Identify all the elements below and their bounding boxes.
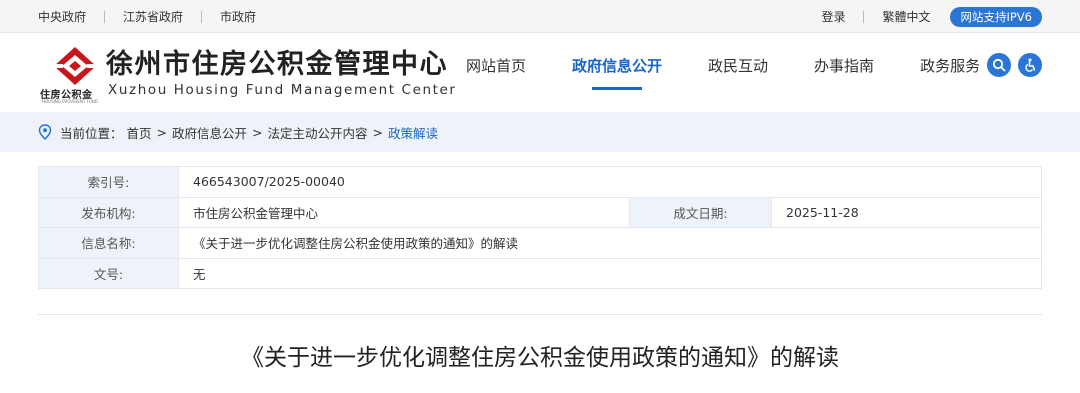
table-row: 索引号: 466543007/2025-00040: [38, 166, 1042, 198]
search-icon: [992, 58, 1006, 72]
site-title-en: Xuzhou Housing Fund Management Center: [108, 82, 457, 98]
table-row: 信息名称: 《关于进一步优化调整住房公积金使用政策的通知》的解读: [38, 227, 1042, 259]
breadcrumb-statutory[interactable]: 法定主动公开内容: [268, 123, 368, 142]
nav-services[interactable]: 政务服务: [920, 34, 980, 112]
publisher-value: 市住房公积金管理中心: [178, 196, 630, 228]
date-label: 成文日期:: [629, 196, 772, 228]
logo-badge-sub: HOUSING PROVIDENT FUND: [42, 99, 98, 104]
top-utility-bar: 中央政府 江苏省政府 市政府 登录 繁體中文 网站支持IPV6: [0, 0, 1080, 33]
location-pin-icon: [38, 124, 52, 140]
info-name-value: 《关于进一步优化调整住房公积金使用政策的通知》的解读: [178, 227, 1042, 259]
user-links: 登录 繁體中文 网站支持IPV6: [821, 0, 1042, 33]
nav-home[interactable]: 网站首页: [466, 34, 526, 112]
divider: [863, 10, 865, 23]
breadcrumb-separator: >: [156, 124, 168, 140]
accessibility-button[interactable]: [1018, 53, 1042, 77]
gov-links: 中央政府 江苏省政府 市政府: [38, 0, 256, 33]
info-name-label: 信息名称:: [38, 227, 179, 259]
nav-guide[interactable]: 办事指南: [814, 34, 874, 112]
publisher-label: 发布机构:: [38, 196, 179, 228]
date-value: 2025-11-28: [771, 196, 1042, 228]
breadcrumb: 当前位置： 首页 > 政府信息公开 > 法定主动公开内容 > 政策解读: [0, 112, 1080, 152]
index-label: 索引号:: [38, 166, 179, 198]
link-central-gov[interactable]: 中央政府: [38, 8, 86, 25]
divider: [201, 10, 203, 23]
main-nav: 网站首页 政府信息公开 政民互动 办事指南 政务服务: [466, 34, 980, 112]
document-info-table: 索引号: 466543007/2025-00040 发布机构: 市住房公积金管理…: [38, 166, 1042, 289]
ipv6-badge[interactable]: 网站支持IPV6: [950, 6, 1042, 27]
site-title-cn: 徐州市住房公积金管理中心: [106, 49, 448, 80]
site-header: 住房公积金 HOUSING PROVIDENT FUND 徐州市住房公积金管理中…: [0, 34, 1080, 112]
doc-number-label: 文号:: [38, 257, 179, 289]
breadcrumb-home[interactable]: 首页: [127, 123, 152, 142]
search-button[interactable]: [987, 53, 1011, 77]
content-divider: [38, 314, 1042, 315]
index-value: 466543007/2025-00040: [178, 166, 1042, 198]
article-title: 《关于进一步优化调整住房公积金使用政策的通知》的解读: [241, 345, 839, 371]
breadcrumb-separator: >: [252, 124, 263, 140]
table-row: 发布机构: 市住房公积金管理中心 成文日期: 2025-11-28: [38, 196, 1042, 228]
table-row: 文号: 无: [38, 257, 1042, 289]
breadcrumb-current[interactable]: 政策解读: [388, 123, 438, 142]
accessibility-icon: [1024, 58, 1035, 72]
link-province-gov[interactable]: 江苏省政府: [123, 8, 183, 25]
site-logo[interactable]: 住房公积金 HOUSING PROVIDENT FUND 徐州市住房公积金管理中…: [40, 44, 455, 106]
traditional-chinese-link[interactable]: 繁體中文: [882, 8, 930, 25]
fund-logo-icon: [53, 47, 97, 85]
login-link[interactable]: 登录: [821, 8, 845, 25]
divider: [104, 10, 106, 23]
doc-number-value: 无: [178, 257, 1042, 289]
link-city-gov[interactable]: 市政府: [220, 8, 256, 25]
breadcrumb-prefix: 当前位置：: [60, 125, 123, 141]
nav-interaction[interactable]: 政民互动: [708, 34, 768, 112]
nav-gov-info[interactable]: 政府信息公开: [572, 34, 662, 112]
breadcrumb-separator: >: [372, 124, 384, 140]
breadcrumb-gov-info[interactable]: 政府信息公开: [172, 123, 247, 142]
